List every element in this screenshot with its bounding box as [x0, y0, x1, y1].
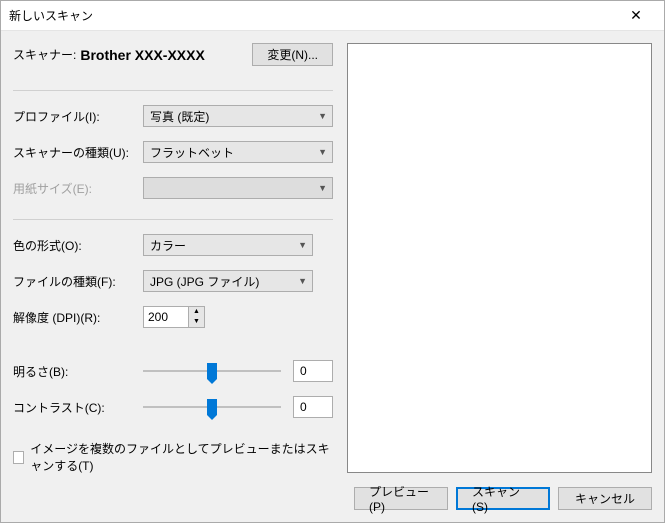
chevron-down-icon: ▼	[298, 240, 307, 250]
paper-size-row: 用紙サイズ(E): ▼	[13, 177, 333, 199]
paper-size-label: 用紙サイズ(E):	[13, 180, 143, 197]
color-format-label: 色の形式(O):	[13, 237, 143, 254]
slider-thumb[interactable]	[207, 363, 217, 379]
cancel-button[interactable]: キャンセル	[558, 487, 652, 510]
resolution-row: 解像度 (DPI)(R): ▲ ▼	[13, 306, 333, 328]
contrast-slider[interactable]	[143, 397, 281, 417]
divider	[13, 90, 333, 91]
profile-value: 写真 (既定)	[150, 108, 209, 125]
settings-panel: スキャナー: Brother XXX-XXXX 変更(N)... プロファイル(…	[13, 43, 333, 477]
preview-button[interactable]: プレビュー(P)	[354, 487, 448, 510]
contrast-value-box[interactable]: 0	[293, 396, 333, 418]
titlebar: 新しいスキャン ✕	[1, 1, 664, 31]
scanner-value: Brother XXX-XXXX	[80, 47, 252, 63]
scanner-label: スキャナー:	[13, 46, 76, 63]
profile-row: プロファイル(I): 写真 (既定) ▼	[13, 105, 333, 127]
color-format-value: カラー	[150, 237, 186, 254]
paper-size-select: ▼	[143, 177, 333, 199]
file-type-select[interactable]: JPG (JPG ファイル) ▼	[143, 270, 313, 292]
profile-select[interactable]: 写真 (既定) ▼	[143, 105, 333, 127]
multi-file-label: イメージを複数のファイルとしてプレビューまたはスキャンする(T)	[30, 440, 333, 474]
scanner-type-label: スキャナーの種類(U):	[13, 144, 143, 161]
close-icon[interactable]: ✕	[616, 7, 656, 24]
slider-thumb[interactable]	[207, 399, 217, 415]
preview-panel	[347, 43, 652, 477]
file-type-label: ファイルの種類(F):	[13, 273, 143, 290]
brightness-slider[interactable]	[143, 361, 281, 381]
resolution-label: 解像度 (DPI)(R):	[13, 309, 143, 326]
scanner-type-select[interactable]: フラットベット ▼	[143, 141, 333, 163]
preview-area	[347, 43, 652, 473]
color-format-select[interactable]: カラー ▼	[143, 234, 313, 256]
color-format-row: 色の形式(O): カラー ▼	[13, 234, 333, 256]
multi-file-checkbox[interactable]	[13, 451, 24, 464]
file-type-value: JPG (JPG ファイル)	[150, 273, 259, 290]
resolution-spinner[interactable]: ▲ ▼	[143, 306, 205, 328]
file-type-row: ファイルの種類(F): JPG (JPG ファイル) ▼	[13, 270, 333, 292]
chevron-down-icon: ▼	[318, 147, 327, 157]
footer: プレビュー(P) スキャン(S) キャンセル	[1, 477, 664, 522]
multi-file-row: イメージを複数のファイルとしてプレビューまたはスキャンする(T)	[13, 440, 333, 474]
scanner-row: スキャナー: Brother XXX-XXXX 変更(N)...	[13, 43, 333, 66]
change-scanner-button[interactable]: 変更(N)...	[252, 43, 333, 66]
profile-label: プロファイル(I):	[13, 108, 143, 125]
brightness-value-box[interactable]: 0	[293, 360, 333, 382]
contrast-label: コントラスト(C):	[13, 399, 143, 416]
window-title: 新しいスキャン	[9, 7, 616, 24]
chevron-down-icon: ▼	[318, 183, 327, 193]
scanner-type-row: スキャナーの種類(U): フラットベット ▼	[13, 141, 333, 163]
scan-button[interactable]: スキャン(S)	[456, 487, 550, 510]
scanner-type-value: フラットベット	[150, 144, 234, 161]
spinner-up-icon[interactable]: ▲	[189, 307, 204, 317]
dialog-body: スキャナー: Brother XXX-XXXX 変更(N)... プロファイル(…	[1, 31, 664, 477]
chevron-down-icon: ▼	[298, 276, 307, 286]
contrast-row: コントラスト(C): 0	[13, 396, 333, 418]
chevron-down-icon: ▼	[318, 111, 327, 121]
spinner-buttons[interactable]: ▲ ▼	[189, 306, 205, 328]
resolution-input[interactable]	[143, 306, 189, 328]
brightness-row: 明るさ(B): 0	[13, 360, 333, 382]
brightness-label: 明るさ(B):	[13, 363, 143, 380]
divider	[13, 219, 333, 220]
scan-dialog: 新しいスキャン ✕ スキャナー: Brother XXX-XXXX 変更(N).…	[0, 0, 665, 523]
spinner-down-icon[interactable]: ▼	[189, 317, 204, 327]
